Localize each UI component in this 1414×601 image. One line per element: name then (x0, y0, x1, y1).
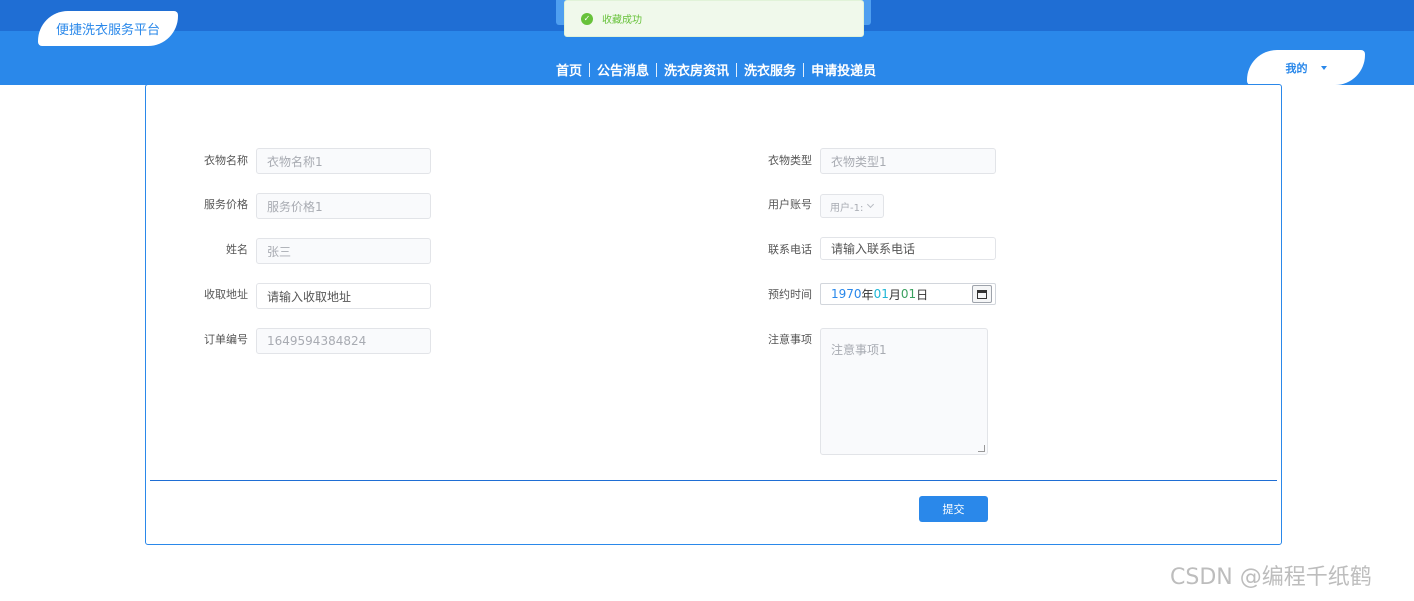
service-price-field[interactable]: 服务价格1 (256, 193, 431, 219)
success-toast: ✓ 收藏成功 (564, 0, 864, 37)
clothing-type-field[interactable]: 衣物类型1 (820, 148, 996, 174)
notes-value: 注意事项1 (831, 343, 887, 357)
form-divider (150, 480, 1277, 481)
menu-divider (803, 62, 805, 77)
name-field[interactable]: 张三 (256, 238, 431, 264)
chevron-down-icon (867, 200, 875, 209)
appointment-time-label: 预约时间 (768, 288, 812, 301)
pickup-address-label: 收取地址 (204, 288, 248, 301)
service-price-label: 服务价格 (204, 198, 248, 211)
appointment-date-input[interactable]: 1970 年 01 月 01 日 (820, 283, 996, 305)
phone-label: 联系电话 (768, 243, 812, 256)
menu-item-notices[interactable]: 公告消息 (597, 60, 649, 79)
user-account-label: 用户账号 (768, 198, 812, 211)
clothing-name-field[interactable]: 衣物名称1 (256, 148, 431, 174)
calendar-icon[interactable] (972, 285, 992, 303)
service-form-card: 衣物名称 衣物名称1 服务价格 服务价格1 姓名 张三 收取地址 请输入收取地址… (145, 84, 1282, 545)
date-day-unit: 日 (916, 287, 929, 302)
submit-button[interactable]: 提交 (919, 496, 988, 522)
name-label: 姓名 (226, 243, 248, 256)
order-number-field[interactable]: 1649594384824 (256, 328, 431, 354)
phone-input[interactable]: 请输入联系电话 (820, 237, 996, 260)
menu-divider (589, 62, 591, 77)
menu-item-courier-application[interactable]: 申请投递员 (811, 60, 876, 79)
date-day: 01 (900, 287, 917, 301)
order-number-label: 订单编号 (204, 333, 248, 346)
check-circle-icon: ✓ (581, 12, 593, 25)
menu-divider (736, 62, 738, 77)
pickup-address-input[interactable]: 请输入收取地址 (256, 283, 431, 309)
clothing-name-label: 衣物名称 (204, 154, 248, 167)
date-year-unit: 年 (861, 287, 874, 302)
date-year: 1970 (831, 287, 862, 301)
notes-label: 注意事项 (768, 333, 812, 346)
watermark-text: CSDN @编程千纸鹤 (1170, 565, 1372, 590)
menu-item-laundry-services[interactable]: 洗衣服务 (744, 60, 796, 79)
clothing-type-label: 衣物类型 (768, 154, 812, 167)
site-logo[interactable]: 便捷洗衣服务平台 (38, 11, 178, 46)
menu-item-laundry-news[interactable]: 洗衣房资讯 (664, 60, 729, 79)
menu-item-home[interactable]: 首页 (556, 60, 582, 79)
user-account-select[interactable]: 用户-1: (820, 194, 884, 218)
calendar-glyph (977, 289, 987, 299)
menu-divider (656, 62, 658, 77)
main-menu: 首页 公告消息 洗衣房资讯 洗衣服务 申请投递员 (556, 60, 876, 79)
user-account-value: 用户-1: (830, 202, 864, 214)
user-menu-label: 我的 (1285, 61, 1308, 75)
resize-handle-icon[interactable] (978, 445, 985, 452)
notes-textarea[interactable]: 注意事项1 (820, 328, 988, 455)
user-menu[interactable]: 我的 (1247, 50, 1365, 85)
toast-message: 收藏成功 (602, 15, 642, 26)
date-month-unit: 月 (888, 287, 901, 302)
chevron-down-icon (1320, 65, 1327, 70)
date-month: 01 (873, 287, 889, 301)
site-title: 便捷洗衣服务平台 (55, 23, 160, 38)
